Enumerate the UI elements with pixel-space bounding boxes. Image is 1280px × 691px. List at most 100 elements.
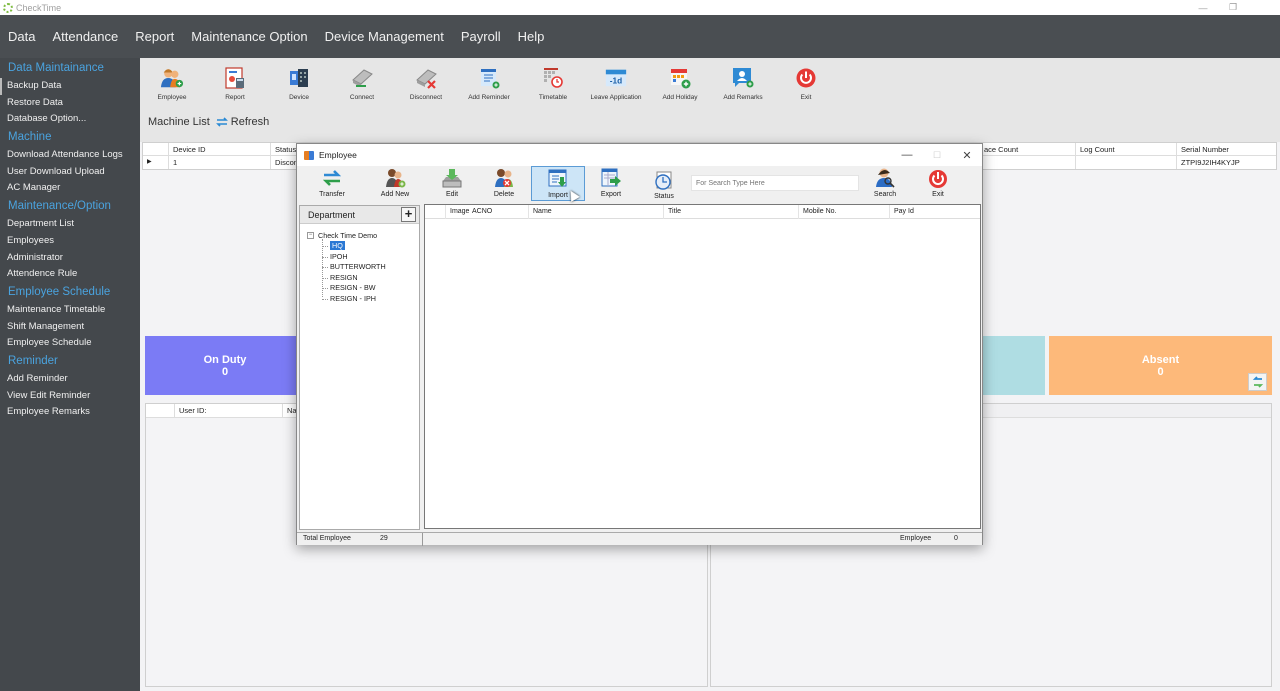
delete-button[interactable]: Delete xyxy=(477,166,531,201)
sidebar-item-department-list[interactable]: Department List xyxy=(0,216,140,233)
refresh-button[interactable]: Refresh xyxy=(215,116,269,128)
tree-root-node[interactable]: − Check Time Demo xyxy=(300,230,419,241)
leave-application-button[interactable]: -1d Leave Application xyxy=(584,66,648,102)
dialog-close-button[interactable]: ✕ xyxy=(952,144,982,166)
col-user-id[interactable]: User ID: xyxy=(174,404,282,418)
add-department-button[interactable]: + xyxy=(401,207,416,222)
tree-node-resign-iph[interactable]: RESIGN - IPH xyxy=(300,294,419,305)
col-image[interactable]: Image xyxy=(445,205,470,219)
dialog-exit-button[interactable]: Exit xyxy=(911,166,965,201)
menu-data[interactable]: Data xyxy=(8,29,35,44)
sidebar-section-maintenance-option: Maintenance/Option xyxy=(8,200,111,213)
col-mobile-no[interactable]: Mobile No. xyxy=(798,205,890,219)
app-title: CheckTime xyxy=(16,2,62,13)
edit-button[interactable]: Edit xyxy=(425,166,479,201)
tree-node-ipoh[interactable]: IPOH xyxy=(300,252,419,263)
add-remarks-icon xyxy=(731,66,755,90)
export-button[interactable]: Export xyxy=(584,166,638,201)
minimize-button[interactable]: — xyxy=(1188,0,1218,15)
add-new-button[interactable]: Add New xyxy=(368,166,422,201)
sidebar-item-restore-data[interactable]: Restore Data xyxy=(0,95,140,112)
sidebar-item-administrator[interactable]: Administrator xyxy=(0,250,140,267)
add-new-label: Add New xyxy=(380,191,410,198)
tree-node-resign[interactable]: RESIGN xyxy=(300,273,419,284)
dialog-minimize-button[interactable]: — xyxy=(892,144,922,166)
sidebar-item-attendence-rule[interactable]: Attendence Rule xyxy=(0,266,140,283)
sidebar-item-add-reminder[interactable]: Add Reminder xyxy=(0,371,140,388)
search-label: Search xyxy=(873,191,897,198)
disconnect-button[interactable]: Disconnect xyxy=(394,66,458,102)
menu-attendance[interactable]: Attendance xyxy=(52,29,118,44)
sidebar-section-data-maintainance: Data Maintainance xyxy=(8,62,104,74)
sidebar-item-backup-data[interactable]: Backup Data xyxy=(0,78,140,95)
col-serial-number[interactable]: Serial Number xyxy=(1176,143,1276,156)
device-button[interactable]: Device xyxy=(267,66,331,102)
sidebar-section-employee-schedule: Employee Schedule xyxy=(8,285,111,298)
transfer-button[interactable]: Transfer xyxy=(305,166,359,201)
timetable-button[interactable]: Timetable xyxy=(521,66,585,102)
col-log-count[interactable]: Log Count xyxy=(1075,143,1175,156)
col-pay-id[interactable]: Pay Id xyxy=(889,205,980,219)
department-tree: − Check Time Demo HQ IPOH BUTTERWORTH RESIG… xyxy=(300,224,419,305)
add-new-icon xyxy=(384,167,406,189)
search-input[interactable] xyxy=(691,175,859,191)
col-device-id[interactable]: Device ID xyxy=(168,143,268,156)
sidebar-item-maintenance-timetable[interactable]: Maintenance Timetable xyxy=(0,302,140,319)
menu-help[interactable]: Help xyxy=(518,29,545,44)
dialog-status-bar: Total Employee 29 Employee 0 xyxy=(297,532,982,546)
search-button[interactable]: Search xyxy=(858,166,912,201)
swap-refresh-button[interactable] xyxy=(1248,373,1267,391)
sidebar-item-ac-manager[interactable]: AC Manager xyxy=(0,180,140,197)
add-remarks-button[interactable]: Add Remarks xyxy=(711,66,775,102)
exit-button[interactable]: Exit xyxy=(774,66,838,102)
dialog-maximize-button[interactable]: ☐ xyxy=(922,144,952,166)
menu-report[interactable]: Report xyxy=(135,29,174,44)
sidebar-item-download-attendance-logs[interactable]: Download Attendance Logs xyxy=(0,147,140,164)
tree-node-label: RESIGN - BW xyxy=(330,283,376,293)
employee-button[interactable]: Employee xyxy=(140,66,204,102)
timetable-label: Timetable xyxy=(538,94,568,101)
department-panel: Department + − Check Time Demo HQ IPOH BUT… xyxy=(299,205,420,530)
sidebar-item-database-option[interactable]: Database Option... xyxy=(0,111,140,128)
report-button[interactable]: Report xyxy=(203,66,267,102)
exit-icon xyxy=(927,167,949,189)
edit-icon xyxy=(441,167,463,189)
add-reminder-button[interactable]: Add Reminder xyxy=(457,66,521,102)
col-name[interactable]: Name xyxy=(528,205,662,219)
cell-device-id: 1 xyxy=(168,156,268,169)
on-duty-label: On Duty xyxy=(203,353,247,366)
sidebar-section-reminder: Reminder xyxy=(8,354,58,367)
sidebar-item-employee-remarks[interactable]: Employee Remarks xyxy=(0,404,140,421)
collapse-icon[interactable]: − xyxy=(307,232,314,239)
status-label: Status xyxy=(654,193,674,200)
col-face-count[interactable]: ace Count xyxy=(979,143,1074,156)
sidebar-item-employee-schedule[interactable]: Employee Schedule xyxy=(0,335,140,352)
tree-node-butterworth[interactable]: BUTTERWORTH xyxy=(300,262,419,273)
status-icon xyxy=(653,169,675,191)
col-acno[interactable]: ACNO xyxy=(468,205,528,219)
on-duty-value: 0 xyxy=(221,365,229,378)
absent-value: 0 xyxy=(1157,365,1164,378)
restore-button[interactable]: ❐ xyxy=(1218,0,1248,15)
menu-maintenance-option[interactable]: Maintenance Option xyxy=(191,29,307,44)
window-titlebar: CheckTime — ❐ xyxy=(0,0,1280,15)
add-holiday-button[interactable]: Add Holiday xyxy=(648,66,712,102)
absent-tile[interactable]: Absent 0 xyxy=(1049,336,1272,395)
tree-node-hq[interactable]: HQ xyxy=(300,241,419,252)
app-logo-icon xyxy=(3,2,13,13)
menu-device-management[interactable]: Device Management xyxy=(325,29,444,44)
sidebar-item-shift-management[interactable]: Shift Management xyxy=(0,319,140,336)
add-remarks-label: Add Remarks xyxy=(723,94,763,101)
menu-payroll[interactable]: Payroll xyxy=(461,29,501,44)
connect-button[interactable]: Connect xyxy=(330,66,394,102)
sidebar-item-employees[interactable]: Employees xyxy=(0,233,140,250)
export-label: Export xyxy=(600,191,622,198)
on-duty-tile[interactable]: On Duty 0 xyxy=(145,336,305,395)
sidebar-item-view-edit-reminder[interactable]: View Edit Reminder xyxy=(0,388,140,405)
tree-node-label: RESIGN - IPH xyxy=(330,293,376,303)
col-title[interactable]: Title xyxy=(663,205,797,219)
tree-node-resign-bw[interactable]: RESIGN - BW xyxy=(300,283,419,294)
sidebar-item-user-download-upload[interactable]: User Download Upload xyxy=(0,164,140,181)
status-tile[interactable] xyxy=(983,336,1045,395)
status-button[interactable]: Status xyxy=(637,168,691,203)
